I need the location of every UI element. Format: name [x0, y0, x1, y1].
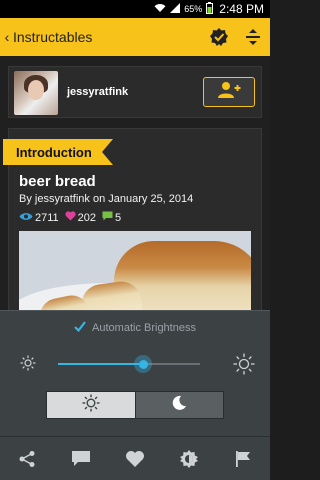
- action-bar: ‹ Instructables: [0, 18, 270, 56]
- battery-icon: [206, 1, 214, 17]
- sun-small-icon: [20, 355, 36, 376]
- comments-count: 5: [115, 211, 122, 224]
- moon-icon: [171, 395, 187, 416]
- flag-icon[interactable]: [223, 439, 263, 479]
- avatar[interactable]: [14, 71, 58, 115]
- slider-fill: [58, 363, 144, 365]
- section-ribbon: Introduction: [3, 139, 113, 165]
- battery-percent: 65%: [184, 4, 203, 14]
- project-title: beer bread: [19, 173, 96, 190]
- auto-brightness-label: Automatic Brightness: [92, 322, 196, 334]
- check-icon[interactable]: [74, 321, 86, 335]
- brightness-slider[interactable]: [58, 355, 200, 373]
- bottom-toolbar: [0, 436, 270, 480]
- brightness-icon[interactable]: [169, 439, 209, 479]
- comment-icon: [102, 211, 113, 224]
- intro-step-card[interactable]: Introduction beer bread By jessyratfink …: [3, 128, 262, 310]
- app-title[interactable]: Instructables: [13, 29, 92, 45]
- project-stats: 2711 202 5: [19, 211, 124, 224]
- bread-photo[interactable]: [19, 231, 251, 310]
- share-icon[interactable]: [7, 439, 47, 479]
- sun-large-icon: [233, 353, 255, 380]
- chat-icon[interactable]: [61, 439, 101, 479]
- signal-icon: [170, 2, 181, 16]
- brightness-slider-row: [0, 351, 270, 377]
- views-count: 2711: [35, 211, 59, 224]
- auto-brightness-toggle[interactable]: Automatic Brightness: [0, 321, 270, 335]
- patch-icon[interactable]: [202, 18, 236, 56]
- sun-day-icon: [82, 394, 100, 417]
- slider-thumb[interactable]: [134, 355, 153, 373]
- day-night-toggle: [46, 391, 224, 419]
- views-icon: [19, 212, 33, 224]
- sort-icon[interactable]: [236, 18, 270, 56]
- heart-icon: [65, 211, 76, 224]
- instructable-content: jessyratfink Introduction beer bread By …: [0, 56, 270, 310]
- back-icon[interactable]: ‹: [2, 29, 12, 45]
- favorites-count: 202: [77, 211, 97, 224]
- clock: 2:48 PM: [219, 2, 264, 16]
- favorite-icon[interactable]: [115, 439, 155, 479]
- byline: By jessyratfink on January 25, 2014: [19, 193, 194, 205]
- author-card[interactable]: jessyratfink: [8, 66, 262, 118]
- brightness-panel: Automatic Brightness: [0, 310, 270, 436]
- day-mode-button[interactable]: [47, 392, 135, 418]
- wifi-icon: [154, 3, 166, 16]
- status-bar: 65% 2:48 PM: [0, 0, 270, 18]
- author-name[interactable]: jessyratfink: [67, 86, 128, 98]
- add-follow-icon: [217, 81, 241, 104]
- night-mode-button[interactable]: [134, 392, 223, 418]
- follow-button[interactable]: [203, 77, 255, 107]
